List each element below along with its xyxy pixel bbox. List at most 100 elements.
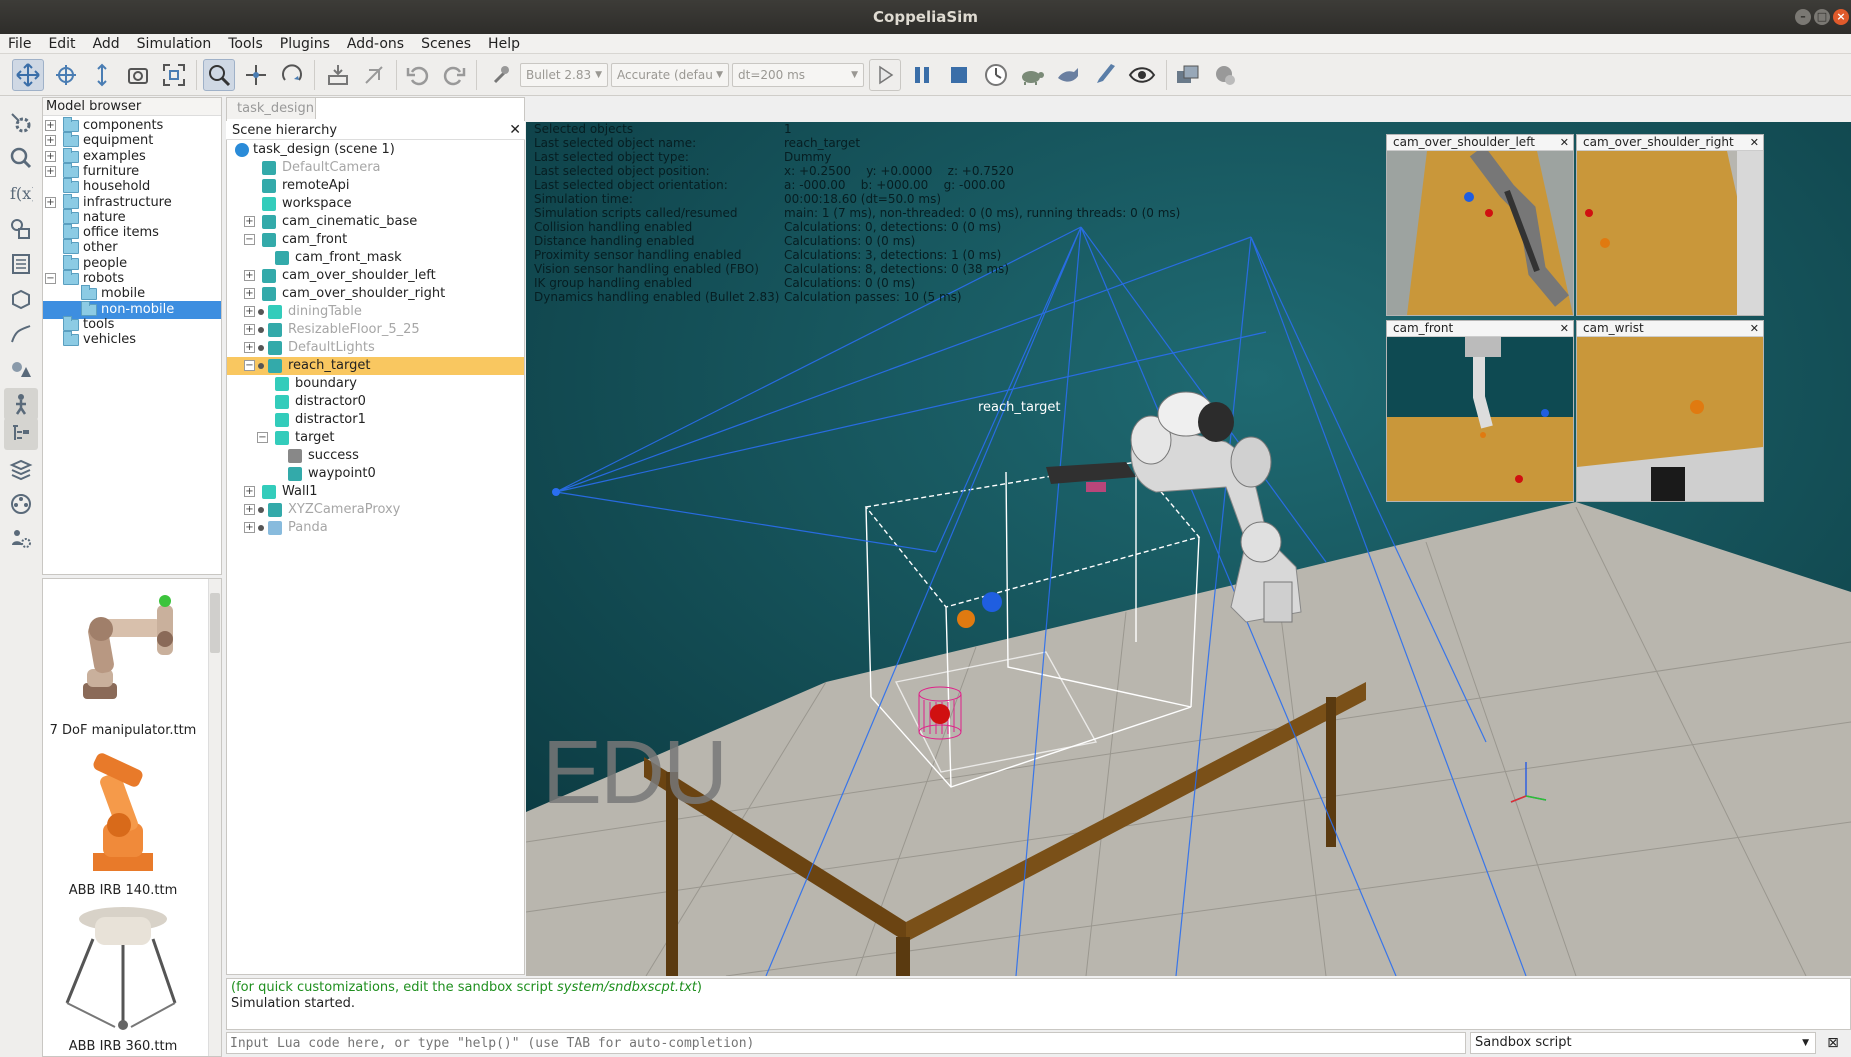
calculation-modules-icon[interactable]: f(x): [4, 177, 38, 209]
expand-toggle-icon[interactable]: −: [244, 360, 255, 371]
menu-tools[interactable]: Tools: [220, 34, 272, 54]
user-settings-icon[interactable]: [4, 523, 38, 555]
selection-icon[interactable]: [4, 142, 38, 174]
expand-toggle-icon[interactable]: −: [45, 273, 56, 284]
expand-toggle-icon[interactable]: +: [45, 135, 56, 147]
menu-scenes[interactable]: Scenes: [413, 34, 480, 54]
menu-simulation[interactable]: Simulation: [129, 34, 221, 54]
expand-toggle-icon[interactable]: +: [244, 486, 255, 497]
scene-hierarchy-item[interactable]: − cam_front: [227, 231, 524, 249]
scene-hierarchy-item[interactable]: + cam_over_shoulder_left: [227, 267, 524, 285]
expand-toggle-icon[interactable]: +: [45, 165, 56, 177]
scene-hierarchy-toggle-icon[interactable]: [4, 418, 38, 450]
menu-addons[interactable]: Add-ons: [339, 34, 413, 54]
redo-icon[interactable]: [438, 59, 470, 91]
shape-edit-icon[interactable]: [4, 283, 38, 315]
scene-hierarchy-item[interactable]: + cam_over_shoulder_right: [227, 285, 524, 303]
expand-toggle-icon[interactable]: +: [244, 216, 255, 227]
expand-toggle-icon[interactable]: −: [257, 432, 268, 443]
scene-hierarchy-item[interactable]: boundary: [227, 375, 524, 393]
view-cam-wrist[interactable]: cam_wrist ✕: [1576, 320, 1764, 502]
scrollbar-thumb[interactable]: [210, 593, 220, 653]
maximize-button[interactable]: □: [1814, 9, 1830, 25]
view-cam-over-shoulder-left[interactable]: cam_over_shoulder_left ✕: [1386, 134, 1574, 316]
expand-toggle-icon[interactable]: +: [244, 306, 255, 317]
expand-toggle-icon[interactable]: +: [244, 504, 255, 515]
collections-icon[interactable]: [4, 213, 38, 245]
scene-hierarchy-item[interactable]: distractor0: [227, 393, 524, 411]
expand-toggle-icon[interactable]: +: [244, 288, 255, 299]
visibility-dot-icon[interactable]: [258, 363, 264, 369]
close-view-icon[interactable]: ✕: [1750, 135, 1759, 150]
camera-pan-icon[interactable]: [12, 59, 44, 91]
expand-toggle-icon[interactable]: +: [45, 150, 56, 162]
close-view-icon[interactable]: ✕: [1750, 321, 1759, 336]
pause-icon[interactable]: [906, 59, 938, 91]
menu-add[interactable]: Add: [85, 34, 129, 54]
play-icon[interactable]: [869, 59, 901, 91]
scene-hierarchy-item[interactable]: remoteApi: [227, 177, 524, 195]
camera-angle-icon[interactable]: [122, 59, 154, 91]
visibility-dot-icon[interactable]: [258, 309, 264, 315]
scene-hierarchy-item[interactable]: success: [227, 447, 524, 465]
speed-up-icon[interactable]: [1052, 59, 1084, 91]
scene-hierarchy-item[interactable]: − target: [227, 429, 524, 447]
scene-hierarchy-item[interactable]: + diningTable: [227, 303, 524, 321]
realtime-icon[interactable]: [980, 59, 1012, 91]
scene-hierarchy-item[interactable]: + ResizableFloor_5_25: [227, 321, 524, 339]
expand-toggle-icon[interactable]: +: [244, 270, 255, 281]
visibility-dot-icon[interactable]: [258, 327, 264, 333]
scene-hierarchy-item[interactable]: − reach_target: [227, 357, 524, 375]
expand-toggle-icon[interactable]: −: [244, 234, 255, 245]
click-select-icon[interactable]: [203, 59, 235, 91]
scene-hierarchy-item[interactable]: + cam_cinematic_base: [227, 213, 524, 231]
minimize-button[interactable]: –: [1795, 9, 1811, 25]
expand-toggle-icon[interactable]: +: [45, 196, 56, 208]
timestep-select[interactable]: dt=200 ms ▼: [732, 63, 864, 87]
visibility-dot-icon[interactable]: [258, 525, 264, 531]
view-cam-over-shoulder-right[interactable]: cam_over_shoulder_right ✕: [1576, 134, 1764, 316]
lua-command-input[interactable]: [226, 1032, 1466, 1054]
scene-hierarchy-item[interactable]: + Panda: [227, 519, 524, 537]
path-edit-icon[interactable]: [4, 318, 38, 350]
object-properties-icon[interactable]: [4, 353, 38, 385]
expand-toggle-icon[interactable]: +: [244, 522, 255, 533]
transfer-dna-icon[interactable]: [358, 59, 390, 91]
script-selector[interactable]: Sandbox script ▼: [1470, 1032, 1816, 1054]
accuracy-select[interactable]: Accurate (defau ▼: [611, 63, 729, 87]
expand-toggle-icon[interactable]: +: [244, 324, 255, 335]
slow-down-icon[interactable]: [1016, 59, 1048, 91]
simulation-settings-icon[interactable]: [4, 107, 38, 139]
model-browser-toggle-icon[interactable]: [4, 388, 38, 420]
scene-hierarchy-item[interactable]: workspace: [227, 195, 524, 213]
object-shift-icon[interactable]: [240, 59, 272, 91]
thread-rendering-icon[interactable]: [1089, 59, 1121, 91]
scene-hierarchy-item[interactable]: waypoint0: [227, 465, 524, 483]
model-browser-item[interactable]: vehicles: [43, 331, 221, 349]
scripts-icon[interactable]: [4, 248, 38, 280]
menu-help[interactable]: Help: [480, 34, 529, 54]
scene-hierarchy-item[interactable]: cam_front_mask: [227, 249, 524, 267]
tab-task-design[interactable]: task_design: [226, 97, 316, 119]
scene-viewport[interactable]: Selected objects Last selected object nam…: [526, 122, 1851, 976]
expand-toggle-icon[interactable]: +: [244, 342, 255, 353]
close-view-icon[interactable]: ✕: [1560, 321, 1569, 336]
engine-settings-icon[interactable]: [484, 59, 516, 91]
stop-icon[interactable]: [943, 59, 975, 91]
visibility-dot-icon[interactable]: [258, 345, 264, 351]
page-selector-icon[interactable]: [1172, 59, 1204, 91]
thumbnail-abb-irb-140[interactable]: [53, 743, 193, 883]
layers-icon[interactable]: [4, 453, 38, 485]
thumbnail-scrollbar[interactable]: [208, 579, 221, 1056]
scene-selector-icon[interactable]: [1208, 59, 1240, 91]
visibility-dot-icon[interactable]: [258, 507, 264, 513]
menu-plugins[interactable]: Plugins: [272, 34, 339, 54]
visualization-toggle-icon[interactable]: [1126, 59, 1158, 91]
menu-edit[interactable]: Edit: [40, 34, 84, 54]
expand-toggle-icon[interactable]: +: [45, 120, 56, 131]
close-view-icon[interactable]: ✕: [1560, 135, 1569, 150]
video-recorder-icon[interactable]: [4, 488, 38, 520]
close-console-icon[interactable]: ⊠: [1820, 1032, 1846, 1054]
undo-icon[interactable]: [402, 59, 434, 91]
scene-hierarchy-item[interactable]: distractor1: [227, 411, 524, 429]
